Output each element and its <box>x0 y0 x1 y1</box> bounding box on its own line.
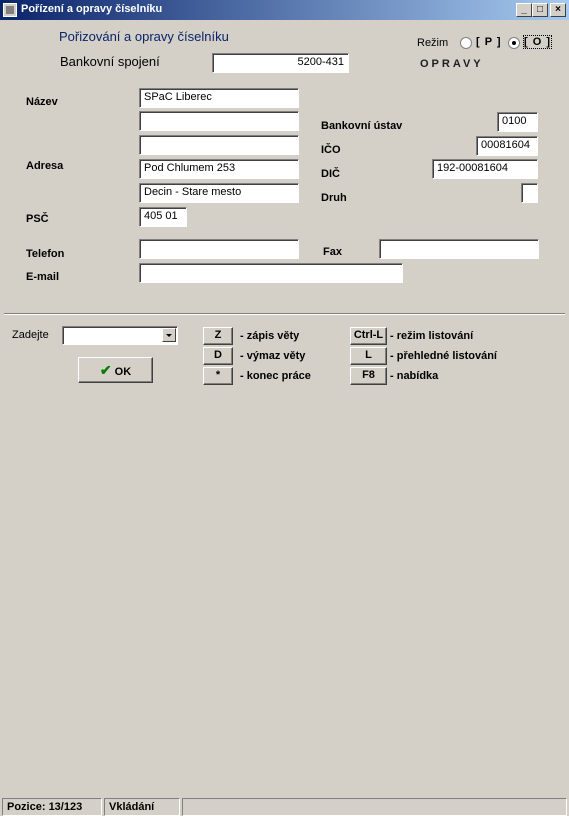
key-z-desc: - zápis věty <box>240 330 300 342</box>
psc-label: PSČ <box>26 213 49 225</box>
mode-radio-p[interactable] <box>460 37 472 49</box>
key-d-button[interactable]: D <box>203 347 233 365</box>
ok-button[interactable]: ✔ OK <box>78 357 153 383</box>
bank-institution-label: Bankovní ústav <box>321 120 403 132</box>
key-l-desc: - přehledné listování <box>390 350 497 362</box>
ico-label: IČO <box>321 144 341 156</box>
telefon-field[interactable] <box>139 239 299 259</box>
psc-field[interactable]: 405 01 <box>139 207 187 227</box>
maximize-button[interactable]: □ <box>532 3 548 17</box>
key-ctrl-l-desc: - režim listování <box>390 330 474 342</box>
nazev2-field[interactable] <box>139 111 299 131</box>
mode-option-o-label: [ O ] <box>523 35 552 49</box>
adresa1-field[interactable]: Pod Chlumem 253 <box>139 159 299 179</box>
telefon-label: Telefon <box>26 248 65 260</box>
dic-field[interactable]: 192-00081604 <box>432 159 538 179</box>
key-star-button[interactable]: * <box>203 367 233 385</box>
druh-field[interactable] <box>521 183 538 203</box>
ico-field[interactable]: 00081604 <box>476 136 538 156</box>
zadejte-combo[interactable] <box>62 326 178 345</box>
key-f8-desc: - nabídka <box>390 370 439 382</box>
mode-radio-o[interactable] <box>508 37 520 49</box>
bank-institution-field[interactable]: 0100 <box>497 112 538 132</box>
status-message <box>182 798 567 816</box>
close-button[interactable]: × <box>550 3 566 17</box>
app-icon <box>3 3 17 17</box>
minimize-button[interactable]: _ <box>516 3 532 17</box>
status-bar: Pozice: 13/123 Vkládání <box>0 398 569 816</box>
email-label: E-mail <box>26 271 60 283</box>
bank-connection-label: Bankovní spojení <box>60 54 160 69</box>
status-position: Pozice: 13/123 <box>2 798 102 816</box>
form-heading: Pořizování a opravy číselníku <box>59 29 229 44</box>
status-mode: Vkládání <box>104 798 180 816</box>
fax-field[interactable] <box>379 239 539 259</box>
nazev-label: Název <box>26 96 58 108</box>
window-title: Pořízení a opravy číselníku <box>21 3 163 15</box>
key-l-button[interactable]: L <box>350 347 387 365</box>
key-f8-button[interactable]: F8 <box>350 367 387 385</box>
key-ctrl-l-button[interactable]: Ctrl-L <box>350 327 387 345</box>
checkmark-icon: ✔ <box>99 362 112 378</box>
title-bar[interactable]: Pořízení a opravy číselníku _ □ × <box>0 0 569 20</box>
zadejte-label: Zadejte <box>12 329 49 341</box>
fax-label: Fax <box>323 246 342 258</box>
key-z-button[interactable]: Z <box>203 327 233 345</box>
adresa2-field[interactable]: Decin - Stare mesto <box>139 183 299 203</box>
nazev3-field[interactable] <box>139 135 299 155</box>
chevron-down-icon[interactable] <box>162 328 176 342</box>
druh-label: Druh <box>321 192 347 204</box>
key-star-desc: - konec práce <box>240 370 311 382</box>
adresa-label: Adresa <box>26 160 64 172</box>
mode-option-p-label: [ P ] <box>476 36 502 48</box>
email-field[interactable] <box>139 263 403 283</box>
dic-label: DIČ <box>321 168 340 180</box>
mode-state-text: OPRAVY <box>420 58 484 70</box>
nazev-field[interactable]: SPaC Liberec <box>139 88 299 108</box>
bank-connection-field[interactable]: 5200-431 <box>212 53 349 73</box>
ok-label: OK <box>114 366 132 378</box>
mode-label: Režim <box>417 37 449 49</box>
separator <box>4 313 565 315</box>
key-d-desc: - výmaz věty <box>240 350 306 362</box>
